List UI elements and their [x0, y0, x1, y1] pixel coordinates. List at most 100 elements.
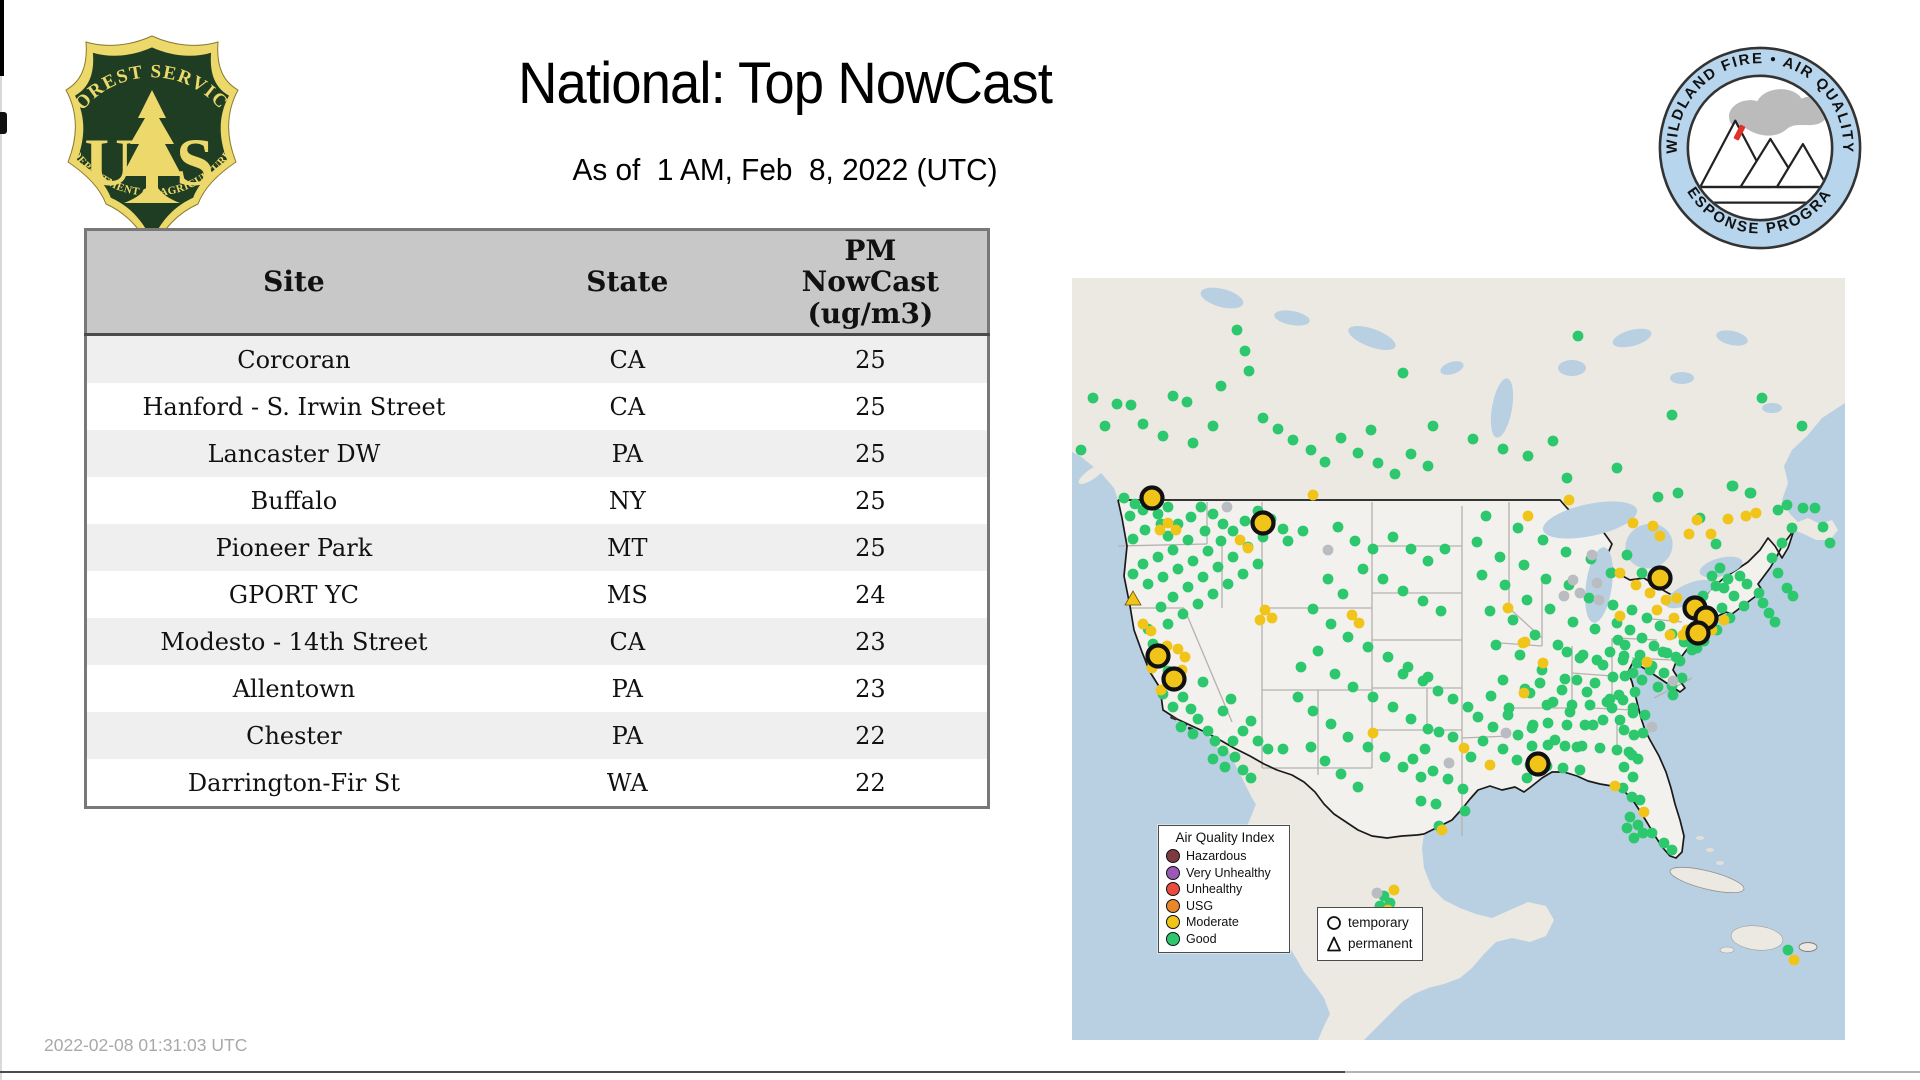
- aqi-legend-title: Air Quality Index: [1166, 830, 1284, 845]
- state-cell: WA: [501, 759, 754, 808]
- monitor-dot-moderate: [1459, 743, 1470, 754]
- legend-item: permanent: [1326, 933, 1418, 954]
- monitor-dot-good: [1418, 676, 1429, 687]
- monitor-dot-good: [1443, 774, 1454, 785]
- monitor-dot-good: [1782, 500, 1793, 511]
- monitor-dot-good: [1380, 752, 1391, 763]
- aqi-legend-items: HazardousVery UnhealthyUnhealthyUSGModer…: [1166, 848, 1284, 947]
- monitor-dot-good: [1598, 715, 1609, 726]
- monitor-dot-no_data: [1568, 575, 1579, 586]
- legend-color-swatch: [1166, 899, 1180, 913]
- pm-cell: 22: [754, 759, 989, 808]
- monitor-dot-good: [1553, 640, 1564, 651]
- monitor-dot-good: [1288, 435, 1299, 446]
- monitor-dot-good: [1608, 600, 1619, 611]
- monitor-dot-good: [1173, 564, 1184, 575]
- monitor-dot-moderate: [1615, 568, 1626, 579]
- monitor-dot-good: [1667, 845, 1678, 856]
- monitor-dot-good: [1278, 524, 1289, 535]
- monitor-dot-good: [1119, 493, 1130, 504]
- monitor-dot-good: [1228, 736, 1239, 747]
- monitor-dot-moderate: [1741, 511, 1752, 522]
- monitor-dot-good: [1336, 769, 1347, 780]
- monitor-dot-good: [1200, 526, 1211, 537]
- site-cell: Allentown: [86, 665, 501, 712]
- monitor-dot-good: [1183, 582, 1194, 593]
- monitor-dot-good: [1504, 703, 1515, 714]
- aqi-map: Air Quality Index HazardousVery Unhealth…: [1072, 278, 1845, 1040]
- state-cell: CA: [501, 383, 754, 430]
- monitor-dot-good: [1590, 678, 1601, 689]
- legend-item: Unhealthy: [1166, 881, 1284, 898]
- monitor-dot-moderate: [1155, 525, 1166, 536]
- monitor-dot-moderate: [1610, 781, 1621, 792]
- table-row: Modesto - 14th StreetCA23: [86, 618, 989, 665]
- top-site-marker: [1528, 754, 1549, 775]
- monitor-dot-good: [1208, 754, 1219, 765]
- pm-cell: 23: [754, 618, 989, 665]
- table-row: Lancaster DWPA25: [86, 430, 989, 477]
- monitor-dot-good: [1188, 438, 1199, 449]
- monitor-dot-good: [1440, 544, 1451, 555]
- monitor-dot-good: [1240, 516, 1251, 527]
- monitor-dot-good: [1543, 718, 1554, 729]
- monitor-dot-good: [1567, 700, 1578, 711]
- state-cell: MT: [501, 524, 754, 571]
- screen-edge-mark: [0, 112, 7, 134]
- bottom-divider: [0, 1071, 1345, 1073]
- monitor-dot-good: [1619, 651, 1630, 662]
- monitor-dot-moderate: [1648, 521, 1659, 532]
- monitor-dot-good: [1711, 539, 1722, 550]
- top-site-marker: [1142, 488, 1163, 509]
- monitor-dot-good: [1624, 747, 1635, 758]
- monitor-dot-good: [1112, 399, 1123, 410]
- monitor-dot-good: [1647, 828, 1658, 839]
- legend-label: Moderate: [1186, 915, 1239, 929]
- monitor-dot-moderate: [1706, 529, 1717, 540]
- monitor-dot-good: [1640, 710, 1651, 721]
- monitor-dot-good: [1153, 552, 1164, 563]
- monitor-dot-good: [1620, 640, 1631, 651]
- monitor-dot-good: [1428, 766, 1439, 777]
- legend-label-permanent: permanent: [1348, 936, 1413, 951]
- monitor-dot-no_data: [1559, 591, 1570, 602]
- monitor-dot-good: [1530, 630, 1541, 641]
- monitor-dot-moderate: [1235, 535, 1246, 546]
- monitor-dot-good: [1198, 677, 1209, 688]
- monitor-dot-good: [1348, 682, 1359, 693]
- monitor-dot-no_data: [1668, 676, 1679, 687]
- table-row: Darrington-Fir StWA22: [86, 759, 989, 808]
- monitor-dot-good: [1313, 646, 1324, 657]
- monitor-dot-good: [1218, 746, 1229, 757]
- monitor-dot-good: [1168, 545, 1179, 556]
- legend-item: Good: [1166, 931, 1284, 948]
- monitor-dot-moderate: [1751, 508, 1762, 519]
- monitor-dot-good: [1614, 690, 1625, 701]
- top-site-marker: [1148, 646, 1169, 667]
- pm-cell: 25: [754, 430, 989, 477]
- monitor-dot-moderate: [1615, 611, 1626, 622]
- monitor-dot-good: [1126, 400, 1137, 411]
- monitor-dot-good: [1627, 605, 1638, 616]
- monitor-dot-good: [1615, 715, 1626, 726]
- site-cell: Darrington-Fir St: [86, 759, 501, 808]
- monitor-dot-moderate: [1665, 630, 1676, 641]
- monitor-dot-moderate: [1523, 511, 1534, 522]
- monitor-dot-good: [1168, 702, 1179, 713]
- monitor-dot-good: [1366, 425, 1377, 436]
- monitor-dot-good: [1622, 823, 1633, 834]
- monitor-dot-good: [1196, 502, 1207, 513]
- monitor-dot-good: [1527, 723, 1538, 734]
- monitor-dot-good: [1628, 772, 1639, 783]
- monitor-dot-good: [1477, 570, 1488, 581]
- monitor-dot-moderate: [1719, 615, 1730, 626]
- table-row: Pioneer ParkMT25: [86, 524, 989, 571]
- wfaqrp-logo: WILDLAND FIRE • AIR QUALITY RESPONSE PRO…: [1656, 44, 1864, 252]
- monitor-dot-good: [1655, 621, 1666, 632]
- monitor-dot-good: [1436, 606, 1447, 617]
- screen-edge-line: [0, 0, 2, 1080]
- legend-color-swatch: [1166, 915, 1180, 929]
- table-row: GPORT YCMS24: [86, 571, 989, 618]
- column-header-state: State: [501, 230, 754, 335]
- monitor-dot-good: [1253, 559, 1264, 570]
